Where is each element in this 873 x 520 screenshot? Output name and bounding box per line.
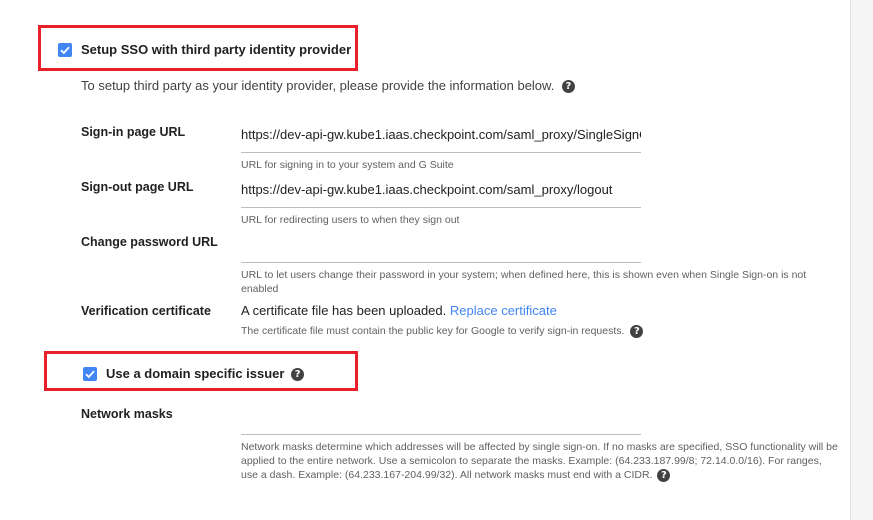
signin-url-hint: URL for signing in to your system and G … bbox=[241, 159, 454, 171]
replace-certificate-link[interactable]: Replace certificate bbox=[450, 303, 557, 318]
signin-url-label: Sign-in page URL bbox=[81, 125, 186, 139]
help-circle-icon[interactable]: ? bbox=[630, 324, 644, 338]
signout-url-underline bbox=[241, 207, 641, 208]
signin-url-input[interactable]: https://dev-api-gw.kube1.iaas.checkpoint… bbox=[241, 127, 641, 142]
signout-url-input[interactable]: https://dev-api-gw.kube1.iaas.checkpoint… bbox=[241, 182, 641, 197]
signin-url-underline bbox=[241, 152, 641, 153]
change-password-url-label: Change password URL bbox=[81, 235, 218, 249]
change-password-url-hint: URL to let users change their password i… bbox=[241, 269, 807, 295]
highlight-box-sso bbox=[38, 25, 358, 71]
certificate-hint: The certificate file must contain the pu… bbox=[241, 324, 644, 338]
network-masks-hint: Network masks determine which addresses … bbox=[241, 440, 841, 482]
help-circle-icon[interactable]: ? bbox=[657, 468, 671, 482]
network-masks-input[interactable] bbox=[241, 409, 641, 429]
certificate-status: A certificate file has been uploaded. Re… bbox=[241, 303, 557, 318]
verification-certificate-label: Verification certificate bbox=[81, 304, 211, 318]
highlight-box-issuer bbox=[44, 351, 358, 391]
certificate-status-text: A certificate file has been uploaded. bbox=[241, 303, 447, 318]
network-masks-hint-text: Network masks determine which addresses … bbox=[241, 441, 838, 481]
sso-settings-card: Setup SSO with third party identity prov… bbox=[0, 0, 851, 520]
help-circle-icon[interactable]: ? bbox=[561, 80, 575, 94]
certificate-hint-text: The certificate file must contain the pu… bbox=[241, 325, 625, 337]
sso-description-text: To setup third party as your identity pr… bbox=[81, 78, 555, 93]
change-password-url-underline bbox=[241, 262, 641, 263]
network-masks-label: Network masks bbox=[81, 407, 173, 421]
sso-description: To setup third party as your identity pr… bbox=[81, 78, 575, 94]
signout-url-label: Sign-out page URL bbox=[81, 180, 194, 194]
network-masks-underline bbox=[241, 434, 641, 435]
change-password-url-input[interactable] bbox=[241, 237, 641, 257]
signout-url-hint: URL for redirecting users to when they s… bbox=[241, 214, 460, 226]
